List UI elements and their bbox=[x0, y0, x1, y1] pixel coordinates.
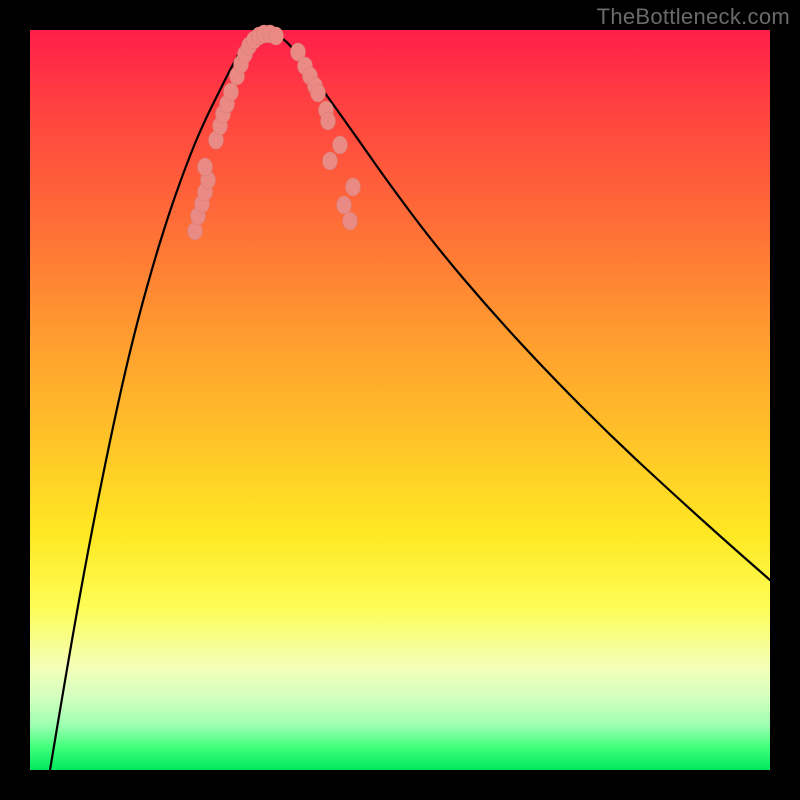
curve-svg bbox=[30, 30, 770, 770]
scatter-dot bbox=[333, 136, 348, 154]
chart-frame: TheBottleneck.com bbox=[0, 0, 800, 800]
scatter-dot bbox=[311, 84, 326, 102]
plot-area bbox=[30, 30, 770, 770]
scatter-dot bbox=[346, 178, 361, 196]
curve-lines bbox=[50, 34, 770, 770]
scatter-dot bbox=[269, 27, 284, 45]
scatter-dot bbox=[337, 196, 352, 214]
curve-left-branch bbox=[50, 34, 255, 770]
scatter-dot bbox=[198, 158, 213, 176]
scatter-markers bbox=[188, 25, 361, 240]
scatter-dot bbox=[323, 152, 338, 170]
watermark-text: TheBottleneck.com bbox=[597, 4, 790, 30]
scatter-dot bbox=[343, 212, 358, 230]
curve-right-branch bbox=[275, 34, 770, 580]
scatter-dot bbox=[321, 112, 336, 130]
scatter-dot bbox=[224, 83, 239, 101]
